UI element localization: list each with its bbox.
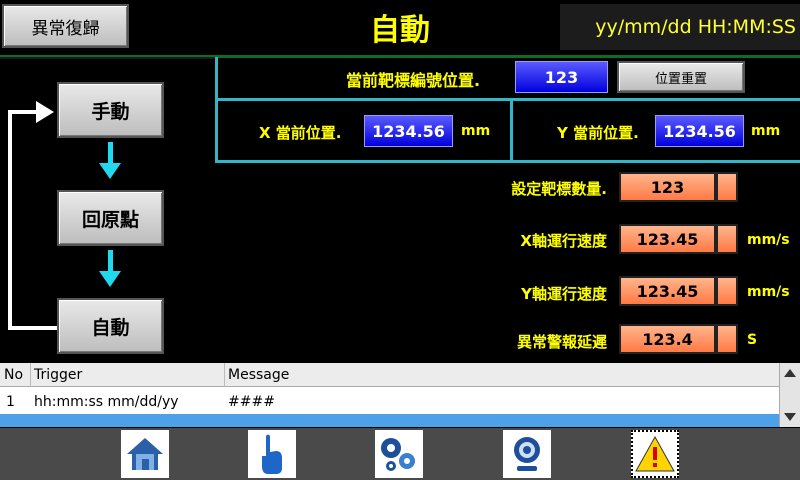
homing-mode-button[interactable]: 回原點	[57, 190, 164, 246]
page-title: 自動	[370, 13, 430, 48]
target-count-input[interactable]: 123	[619, 172, 716, 202]
x-position-value: 1234.56	[364, 115, 453, 147]
manual-button[interactable]	[248, 430, 296, 478]
y-position-label: Y 當前位置.	[557, 124, 639, 142]
table-header-trigger: Trigger	[34, 367, 83, 383]
x-speed-spinner[interactable]	[716, 224, 738, 254]
frame-line	[0, 57, 215, 59]
x-speed-unit: mm/s	[747, 232, 790, 248]
datetime-display: yy/mm/dd HH:MM:SS	[560, 4, 800, 50]
auto-mode-button[interactable]: 自動	[57, 298, 164, 354]
row-trigger: hh:mm:ss mm/dd/yy	[34, 394, 179, 410]
y-speed-label: Y軸運行速度	[521, 285, 607, 303]
gears-icon	[381, 438, 415, 471]
target-count-spinner[interactable]	[716, 172, 738, 202]
frame-line	[215, 57, 218, 163]
flow-arrow	[108, 142, 113, 164]
warning-icon	[635, 435, 675, 472]
camera-button[interactable]	[503, 430, 551, 478]
row-no: 1	[6, 394, 15, 410]
alarm-delay-spinner[interactable]	[716, 324, 738, 354]
settings-button[interactable]	[375, 430, 423, 478]
hand-pointer-icon	[262, 434, 282, 474]
alarm-delay-input[interactable]: 123.4	[619, 324, 716, 354]
table-header-no: No	[4, 367, 24, 383]
y-position-value: 1234.56	[655, 115, 744, 147]
y-speed-input[interactable]: 123.45	[619, 276, 716, 306]
alarm-button[interactable]	[631, 430, 679, 478]
loop-line	[8, 110, 12, 330]
scroll-down-icon[interactable]	[784, 413, 796, 421]
target-count-label: 設定靶標數量.	[511, 180, 607, 198]
loop-line	[8, 326, 57, 330]
x-speed-input[interactable]: 123.45	[619, 224, 716, 254]
home-button[interactable]	[121, 430, 169, 478]
position-reset-button[interactable]: 位置重置	[617, 61, 745, 93]
table-header	[0, 363, 779, 387]
loop-line	[8, 110, 38, 114]
row-message: ####	[228, 394, 275, 410]
frame-line	[510, 100, 513, 162]
alarm-delay-unit: S	[747, 332, 758, 348]
frame-line	[215, 98, 800, 101]
x-position-label: X 當前位置.	[259, 124, 342, 142]
x-position-unit: mm	[461, 123, 491, 139]
target-position-value[interactable]: 123	[515, 61, 608, 93]
flow-arrow	[108, 250, 113, 272]
down-arrow-icon	[99, 163, 121, 179]
x-speed-label: X軸運行速度	[520, 232, 607, 250]
webcam-icon	[514, 437, 540, 471]
alarm-table: No Trigger Message 1 hh:mm:ss mm/dd/yy #…	[0, 363, 800, 427]
y-speed-spinner[interactable]	[716, 276, 738, 306]
y-position-unit: mm	[751, 123, 781, 139]
table-row-selected[interactable]	[0, 414, 779, 427]
table-header-message: Message	[228, 367, 290, 383]
footer-nav	[0, 428, 800, 480]
home-icon	[127, 438, 163, 470]
down-arrow-icon	[99, 271, 121, 287]
alarm-reset-button[interactable]: 異常復歸	[2, 4, 129, 48]
frame-line	[215, 160, 800, 163]
scroll-up-icon[interactable]	[784, 369, 796, 377]
manual-mode-button[interactable]: 手動	[57, 82, 164, 138]
right-arrow-icon	[36, 101, 54, 123]
target-position-label: 當前靶標編號位置.	[346, 71, 481, 90]
alarm-delay-label: 異常警報延遲	[516, 333, 607, 351]
y-speed-unit: mm/s	[747, 284, 790, 300]
